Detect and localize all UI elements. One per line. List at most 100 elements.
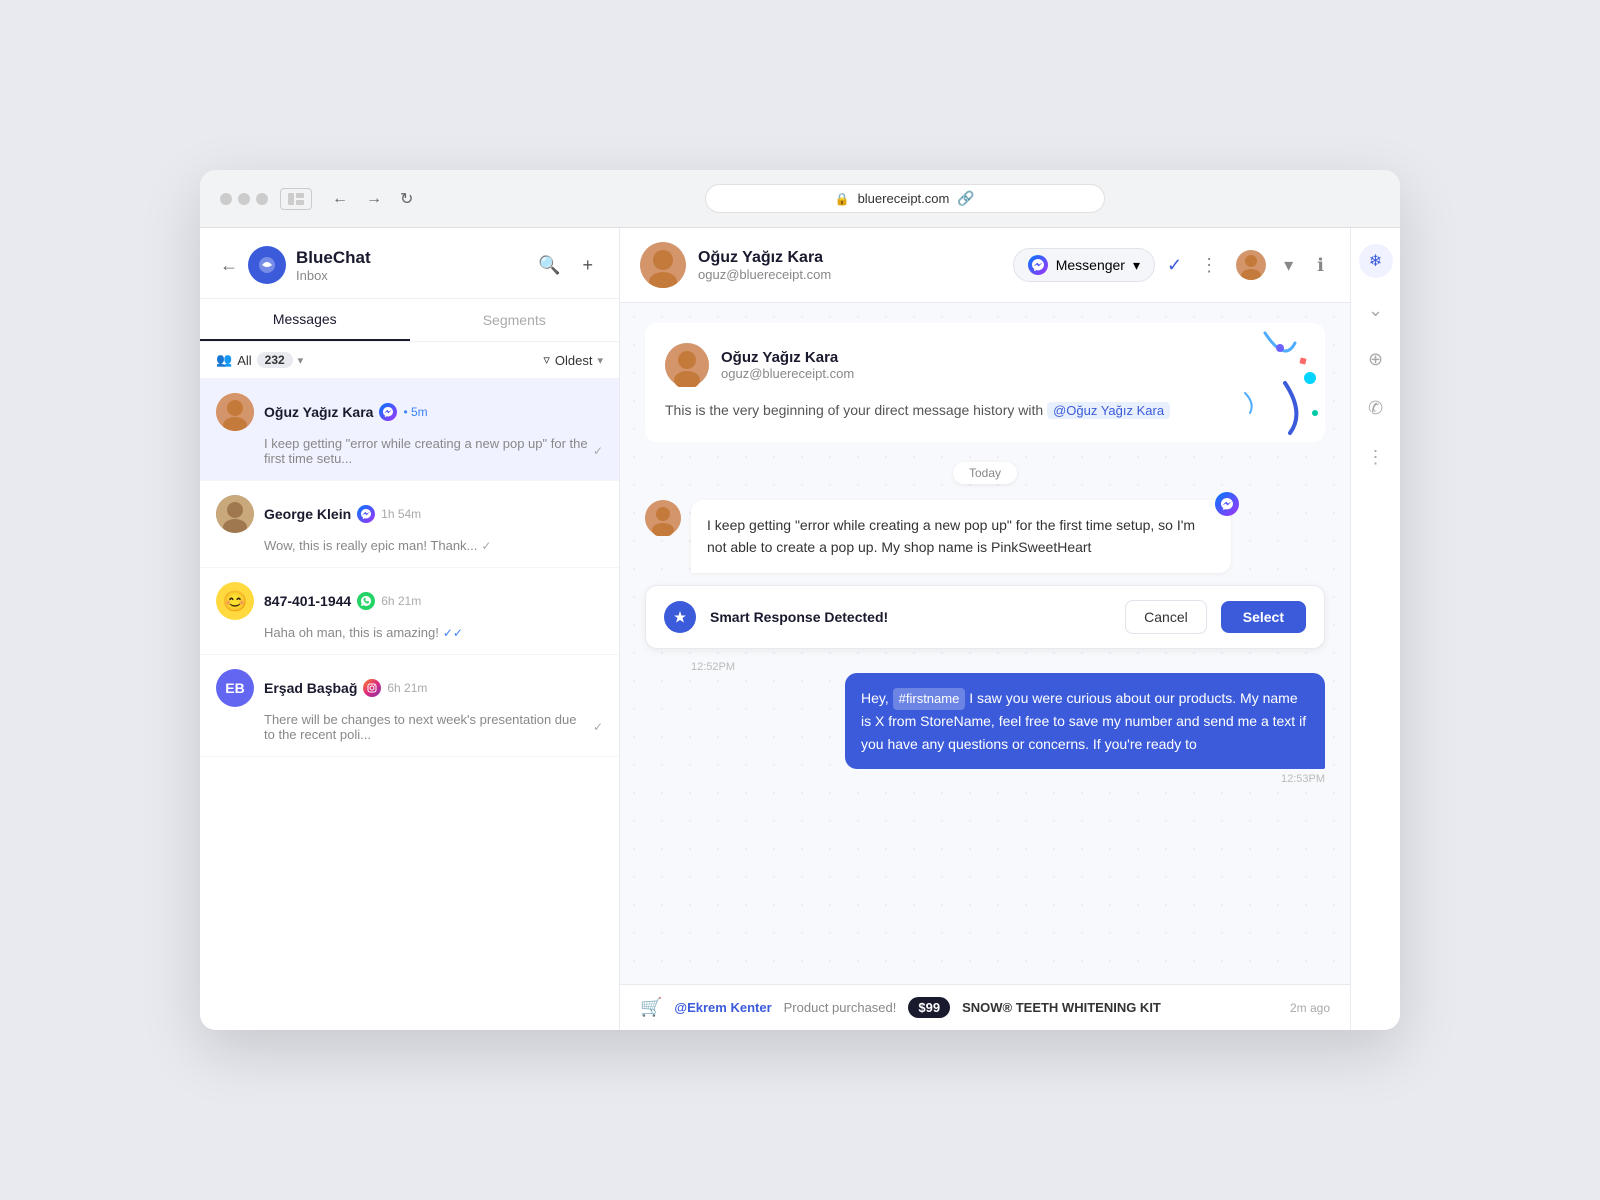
- avatar-ouz: [216, 393, 254, 431]
- chat-contact-email: oguz@bluereceipt.com: [698, 267, 1001, 282]
- info-button[interactable]: ℹ: [1311, 251, 1330, 280]
- inbox-label: Inbox: [296, 268, 522, 283]
- refresh-btn[interactable]: ↻: [396, 187, 417, 211]
- conversation-list: Oğuz Yağız Kara • 5m I keep getting "err…: [200, 379, 619, 1030]
- chat-body: Oğuz Yağız Kara oguz@bluereceipt.com Thi…: [620, 303, 1350, 984]
- lock-icon: 🔒: [835, 192, 850, 206]
- conv-preview-ouz: I keep getting "error while creating a n…: [216, 436, 603, 466]
- chevron-down-button[interactable]: ⌄: [1362, 294, 1389, 327]
- check-icon-phone: ✓✓: [443, 626, 463, 640]
- cancel-button[interactable]: Cancel: [1125, 600, 1207, 634]
- conv-name-ouz: Oğuz Yağız Kara: [264, 404, 373, 420]
- messenger-badge-george: [357, 505, 375, 523]
- sidebar-header: ← BlueChat Inbox 🔍 +: [200, 228, 619, 299]
- notify-user: @Ekrem Kenter: [674, 1000, 771, 1015]
- channel-label: Messenger: [1056, 257, 1125, 273]
- avatar-phone: 😊: [216, 582, 254, 620]
- messenger-channel-icon: [1028, 255, 1048, 275]
- conv-preview-george: Wow, this is really epic man! Thank... ✓: [216, 538, 603, 553]
- add-button[interactable]: +: [576, 251, 599, 280]
- avatar-ersad: EB: [216, 669, 254, 707]
- chat-header: Oğuz Yağız Kara oguz@bluereceipt.com Mes…: [620, 228, 1350, 303]
- conv-item-ouz[interactable]: Oğuz Yağız Kara • 5m I keep getting "err…: [200, 379, 619, 481]
- time-label-george: 1h 54m: [381, 507, 421, 521]
- history-contact-email: oguz@bluereceipt.com: [721, 366, 854, 381]
- conv-preview-ersad: There will be changes to next week's pre…: [216, 712, 603, 742]
- tab-row: Messages Segments: [200, 299, 619, 342]
- header-check-icon: ✓: [1167, 255, 1182, 276]
- check-icon-ouz: ✓: [593, 444, 603, 458]
- sort-chevron-icon: ▾: [597, 354, 603, 367]
- conv-name-ersad: Erşad Başbağ: [264, 680, 357, 696]
- tab-segments[interactable]: Segments: [410, 299, 620, 341]
- conv-item-phone[interactable]: 😊 847-401-1944 6h 21m Ha: [200, 568, 619, 655]
- dot-green: [256, 193, 268, 205]
- filter-funnel-icon: ▿: [543, 352, 550, 368]
- browser-bar: ← → ↻ 🔒 bluereceipt.com 🔗: [200, 170, 1400, 228]
- day-label: Today: [953, 462, 1017, 484]
- agent-avatar: [1236, 250, 1266, 280]
- history-text: This is the very beginning of your direc…: [665, 399, 1305, 422]
- conv-meta-george: George Klein 1h 54m: [264, 505, 603, 523]
- sidebar-back-button[interactable]: ←: [220, 255, 238, 276]
- messenger-badge-ouz: [379, 403, 397, 421]
- check-icon-ersad: ✓: [593, 720, 603, 734]
- bottom-notification: 🛒 @Ekrem Kenter Product purchased! $99 S…: [620, 984, 1350, 1030]
- incoming-messenger-icon: [1215, 492, 1239, 516]
- browser-dots: [220, 193, 268, 205]
- sidebar: ← BlueChat Inbox 🔍 + Messages Segments: [200, 228, 620, 1030]
- avatar-george: [216, 495, 254, 533]
- smart-response-bar: Smart Response Detected! Cancel Select: [645, 585, 1325, 649]
- outgoing-prefix: Hey,: [861, 690, 893, 706]
- dot-red: [220, 193, 232, 205]
- chat-contact-name: Oğuz Yağız Kara: [698, 249, 1001, 267]
- instagram-badge-ersad: [363, 679, 381, 697]
- browser-nav: ← → ↻: [328, 187, 417, 211]
- tab-icon: [280, 188, 312, 210]
- select-button[interactable]: Select: [1221, 601, 1306, 633]
- conv-meta-phone: 847-401-1944 6h 21m: [264, 592, 603, 610]
- people-icon: 👥: [216, 352, 232, 368]
- history-contact-name: Oğuz Yağız Kara: [721, 349, 854, 366]
- conv-meta-ersad: Erşad Başbağ 6h 21m: [264, 679, 603, 697]
- filter-row: 👥 All 232 ▾ ▿ Oldest ▾: [200, 342, 619, 379]
- chat-contact-avatar: [640, 242, 686, 288]
- incoming-message-row: I keep getting "error while creating a n…: [645, 500, 1325, 573]
- more-panel-button[interactable]: ⋮: [1361, 441, 1391, 474]
- sidebar-title: BlueChat Inbox: [296, 248, 522, 283]
- price-badge: $99: [908, 997, 950, 1018]
- logo-icon: [248, 246, 286, 284]
- agent-chevron-button[interactable]: ▾: [1278, 251, 1299, 280]
- chat-contact-info: Oğuz Yağız Kara oguz@bluereceipt.com: [698, 249, 1001, 282]
- filter-group: 👥 All 232 ▾: [216, 352, 303, 368]
- history-avatar: [665, 343, 709, 387]
- more-options-button[interactable]: ⋮: [1194, 251, 1224, 280]
- conv-meta-ouz: Oğuz Yağız Kara • 5m: [264, 403, 603, 421]
- conv-name-phone: 847-401-1944: [264, 593, 351, 609]
- conv-item-george[interactable]: George Klein 1h 54m Wow, this is really …: [200, 481, 619, 568]
- sort-group: ▿ Oldest ▾: [543, 352, 603, 368]
- right-panel: ❄ ⌄ ⊕ ✆ ⋮: [1350, 228, 1400, 1030]
- forward-btn[interactable]: →: [362, 188, 386, 210]
- chat-main: Oğuz Yağız Kara oguz@bluereceipt.com Mes…: [620, 228, 1350, 1030]
- time-label-ersad: 6h 21m: [387, 681, 427, 695]
- dot-yellow: [238, 193, 250, 205]
- channel-selector-button[interactable]: Messenger ▾: [1013, 248, 1155, 282]
- snowflake-button[interactable]: ❄: [1359, 244, 1393, 278]
- conv-item-ersad[interactable]: EB Erşad Başbağ 6h 21m Th: [200, 655, 619, 757]
- settings-button[interactable]: ⊕: [1362, 343, 1389, 376]
- outgoing-timestamp: 12:53PM: [645, 773, 1325, 785]
- search-button[interactable]: 🔍: [532, 251, 566, 280]
- incoming-avatar: [645, 500, 681, 536]
- day-divider: Today: [640, 462, 1330, 484]
- notify-action: Product purchased!: [784, 1000, 897, 1015]
- cart-icon: 🛒: [640, 997, 662, 1018]
- smart-response-icon: [664, 601, 696, 633]
- filter-all-label: All: [237, 353, 251, 368]
- incoming-text: I keep getting "error while creating a n…: [707, 517, 1195, 555]
- tab-messages[interactable]: Messages: [200, 299, 410, 341]
- history-card: Oğuz Yağız Kara oguz@bluereceipt.com Thi…: [645, 323, 1325, 442]
- phone-button[interactable]: ✆: [1362, 392, 1389, 425]
- conv-preview-phone: Haha oh man, this is amazing! ✓✓: [216, 625, 603, 640]
- back-btn[interactable]: ←: [328, 188, 352, 210]
